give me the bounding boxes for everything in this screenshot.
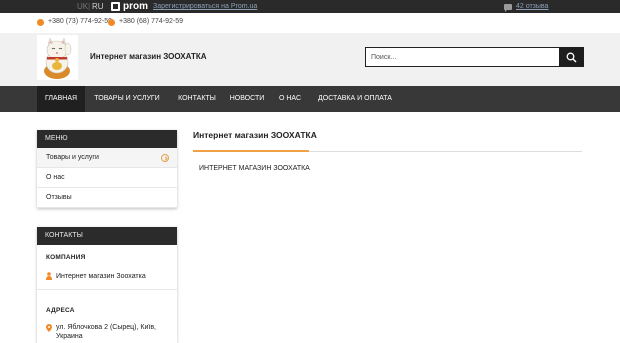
lang-separator: | [88,2,91,11]
map-pin-icon [46,324,52,332]
company-row: Интернет магазин Зоохатка [46,272,146,280]
maneki-neko-logo[interactable] [37,35,78,80]
search-input[interactable] [365,47,560,67]
reviews-link[interactable]: 42 отзыва [504,1,548,12]
phone-1[interactable]: +380 (73) 774-92-59 [37,16,112,28]
contacts-divider [37,289,177,290]
prom-logo[interactable]: prom [111,1,148,12]
search-icon [566,52,577,63]
nav-item-news[interactable]: НОВОСТИ [224,86,270,112]
register-link[interactable]: Зарегистрироваться на Prom.ua [153,1,257,12]
sidebar-item-label: Товары и услуги [46,154,99,161]
prom-logo-text: prom [123,1,148,12]
sidebar-menu-title: МЕНЮ [37,130,177,148]
sidebar-item-products[interactable]: Товары и услуги [37,148,177,168]
title-accent-divider [193,150,309,152]
prom-logo-icon [111,2,120,11]
sidebar-item-reviews[interactable]: Отзывы [37,188,177,208]
search-button[interactable] [559,47,584,67]
nav-item-delivery[interactable]: ДОСТАВКА И ОПЛАТА [309,86,401,112]
phone-2-number: +380 (68) 774-92-59 [119,18,184,25]
sidebar-contacts-title: КОНТАКТЫ [37,227,177,245]
company-label: КОМПАНИЯ [46,254,86,261]
nav-item-contacts[interactable]: КОНТАКТЫ [171,86,223,112]
page-title: Интернет магазин ЗООХАТКА [193,130,317,140]
page-subtitle: ИНТЕРНЕТ МАГАЗИН ЗООХАТКА [199,165,310,172]
site-header: Интернет магазин ЗООХАТКА [0,33,620,86]
company-name[interactable]: Интернет магазин Зоохатка [56,273,146,280]
address-text[interactable]: ул. Яблочкова 2 (Сырец), Київ, Украина [46,323,172,341]
sidebar-contacts: КОНТАКТЫ КОМПАНИЯ Интернет магазин Зооха… [37,227,177,343]
speech-bubble-icon [504,3,512,12]
sidebar-item-label: Отзывы [46,194,72,201]
address-label: АДРЕСА [46,307,75,314]
sidebar-menu: МЕНЮ Товары и услуги О нас Отзывы [37,130,177,208]
top-utility-bar: UK | RU prom Зарегистрироваться на Prom.… [0,0,620,13]
reviews-link-label: 42 отзыва [516,3,549,10]
nav-item-home[interactable]: ГЛАВНАЯ [37,86,85,112]
nav-item-about[interactable]: О НАС [272,86,308,112]
user-icon [46,272,52,280]
lang-uk-link[interactable]: UK [77,1,88,12]
main-nav: ГЛАВНАЯ ТОВАРЫ И УСЛУГИ КОНТАКТЫ НОВОСТИ… [0,86,620,112]
address-row: ул. Яблочкова 2 (Сырец), Київ, Украина [46,323,172,341]
chevron-right-icon [161,154,169,162]
nav-item-products[interactable]: ТОВАРЫ И УСЛУГИ [85,86,169,112]
phone-1-number: +380 (73) 774-92-59 [48,18,113,25]
shop-name[interactable]: Интернет магазин ЗООХАТКА [90,51,207,62]
phone-2[interactable]: +380 (68) 774-92-59 [108,16,183,28]
phone-icon [37,18,44,26]
phones-bar: +380 (73) 774-92-59 +380 (68) 774-92-59 [0,13,620,33]
sidebar-item-label: О нас [46,174,65,181]
lang-ru-link[interactable]: RU [92,1,104,12]
phone-icon [108,18,115,26]
sidebar-item-about[interactable]: О нас [37,168,177,188]
